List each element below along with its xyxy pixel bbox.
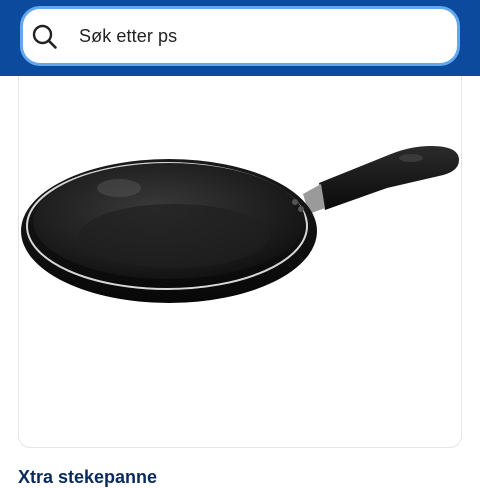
search-icon[interactable] (32, 24, 58, 50)
frying-pan-image[interactable] (19, 76, 463, 448)
search-input[interactable]: Søk etter ps (79, 26, 177, 47)
search-bar[interactable]: Søk etter ps (20, 6, 460, 66)
product-title[interactable]: Xtra stekepanne (18, 467, 157, 488)
product-card[interactable] (18, 76, 462, 448)
top-header: Søk etter ps (0, 0, 480, 76)
